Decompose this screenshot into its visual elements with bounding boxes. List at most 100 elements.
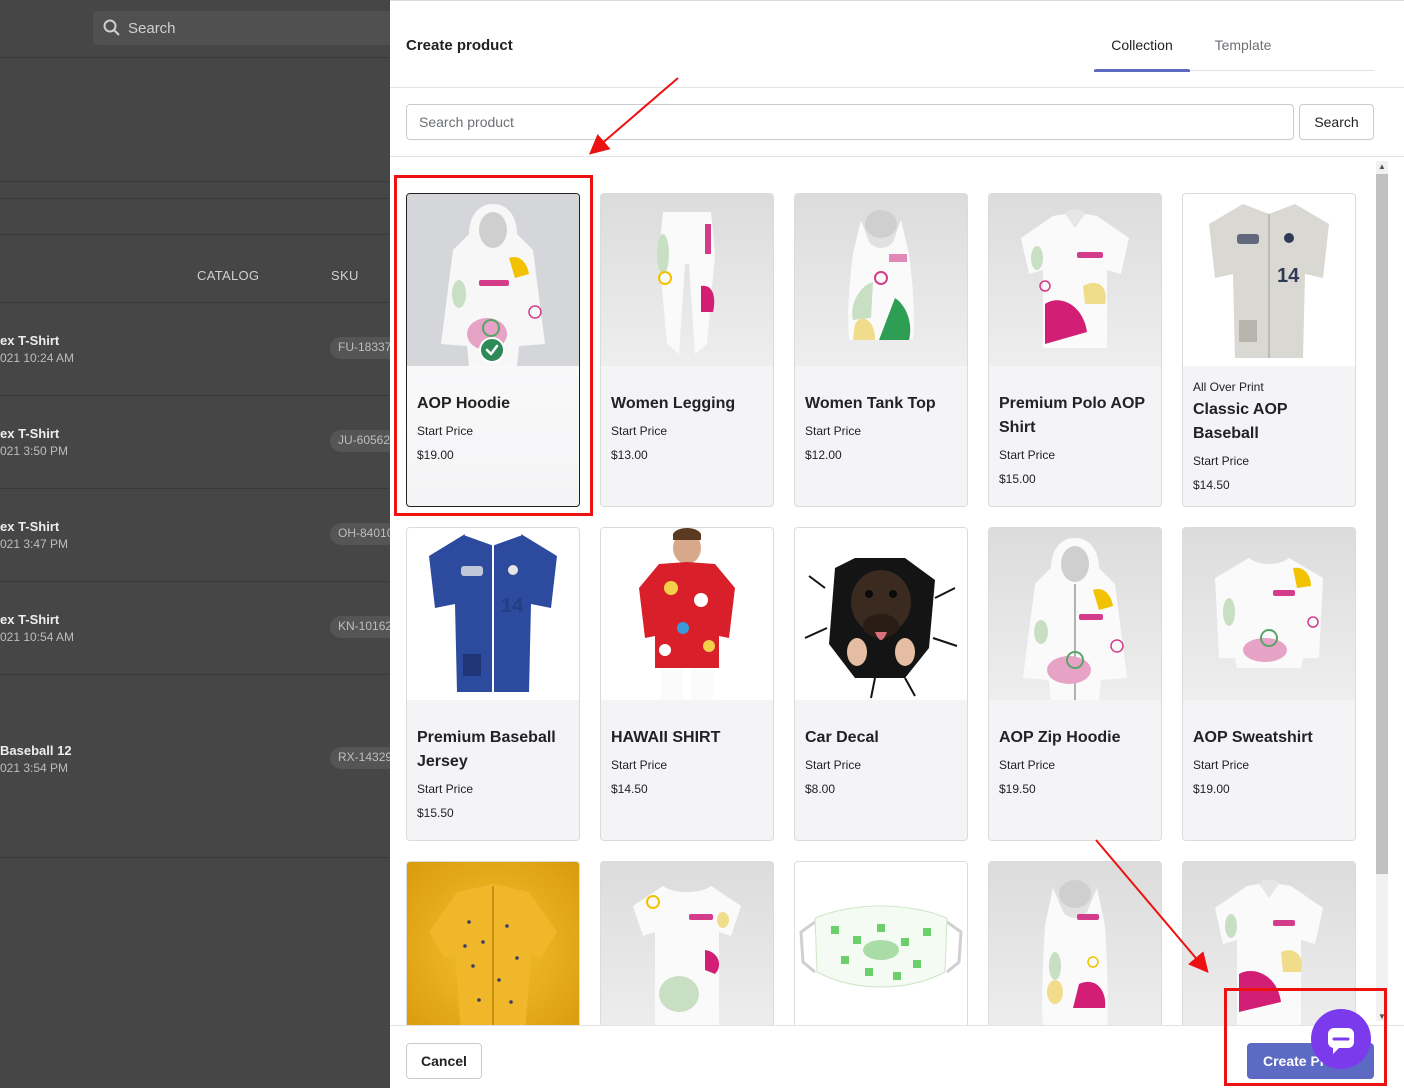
scrollbar-thumb[interactable] <box>1376 174 1388 874</box>
product-card[interactable] <box>406 861 580 1026</box>
start-price-label: Start Price <box>999 448 1056 462</box>
product-name: Premium Polo AOP Shirt <box>999 395 1145 436</box>
start-price-label: Start Price <box>999 758 1056 772</box>
product-price: $13.00 <box>611 448 648 462</box>
product-card[interactable] <box>600 861 774 1026</box>
start-price-label: Start Price <box>805 758 862 772</box>
create-product-modal: Create product Collection Template Searc… <box>390 0 1404 1088</box>
row-sku-badge: KN-10162 <box>330 616 390 638</box>
product-card-classic-aop-baseball[interactable]: 14 All Over Print Classic AOP Baseball S… <box>1182 193 1356 507</box>
polo-shirt-image <box>1183 862 1355 1026</box>
start-price-label: Start Price <box>611 424 668 438</box>
yellow-shirt-image <box>407 862 579 1026</box>
cancel-button[interactable]: Cancel <box>406 1043 482 1079</box>
product-card-aop-hoodie[interactable]: AOP Hoodie Start Price $19.00 <box>406 193 580 507</box>
product-card-premium-baseball-jersey[interactable]: 14 Premium Baseball Jersey Start Price $… <box>406 527 580 841</box>
chat-widget-button[interactable] <box>1311 1009 1371 1069</box>
chat-icon <box>1328 1028 1354 1054</box>
start-price-label: Start Price <box>1193 454 1250 468</box>
start-price-label: Start Price <box>1193 758 1250 772</box>
search-button[interactable]: Search <box>1299 104 1374 140</box>
product-card[interactable] <box>1182 861 1356 1026</box>
product-card-premium-polo-aop-shirt[interactable]: Premium Polo AOP Shirt Start Price $15.0… <box>988 193 1162 507</box>
row-sku-badge: JU-60562 <box>330 430 390 452</box>
divider <box>0 57 390 58</box>
row-name: ex T-Shirt <box>0 519 60 534</box>
product-price: $14.50 <box>1193 478 1230 492</box>
product-card-women-tank-top[interactable]: Women Tank Top Start Price $12.00 <box>794 193 968 507</box>
product-name: Women Tank Top <box>805 395 936 412</box>
tank-top-image <box>989 862 1161 1026</box>
background-search-label: Search <box>128 20 176 37</box>
tab-template[interactable]: Template <box>1198 29 1288 71</box>
product-price: $14.50 <box>611 782 648 796</box>
divider <box>0 181 390 182</box>
search-icon <box>103 19 120 36</box>
aop-zip-hoodie-image <box>989 528 1161 700</box>
premium-polo-shirt-image <box>989 194 1161 366</box>
product-name: AOP Zip Hoodie <box>999 729 1121 746</box>
product-card-car-decal[interactable]: Car Decal Start Price $8.00 <box>794 527 968 841</box>
divider <box>0 198 390 199</box>
divider <box>0 488 390 489</box>
row-sku-badge: OH-84010 <box>330 523 390 545</box>
search-product-input[interactable] <box>406 104 1294 140</box>
column-header-catalog: CATALOG <box>197 268 260 283</box>
aop-hoodie-image <box>407 194 579 366</box>
product-price: $19.00 <box>417 448 454 462</box>
start-price-label: Start Price <box>611 758 668 772</box>
row-sku-badge: FU-18337 <box>330 337 390 359</box>
product-name: AOP Sweatshirt <box>1193 729 1313 746</box>
background-search: Search <box>93 11 390 45</box>
tab-bar: Collection Template <box>1094 29 1374 72</box>
row-date: 021 3:47 PM <box>0 537 69 551</box>
car-decal-image <box>795 528 967 700</box>
product-card[interactable] <box>988 861 1162 1026</box>
product-card-aop-sweatshirt[interactable]: AOP Sweatshirt Start Price $19.00 <box>1182 527 1356 841</box>
divider <box>0 395 390 396</box>
product-name: Car Decal <box>805 729 879 746</box>
product-name: Classic AOP Baseball <box>1193 401 1288 442</box>
scroll-up-icon[interactable]: ▲ <box>1376 161 1388 173</box>
product-price: $15.00 <box>999 472 1036 486</box>
product-card-aop-zip-hoodie[interactable]: AOP Zip Hoodie Start Price $19.50 <box>988 527 1162 841</box>
product-price: $19.50 <box>999 782 1036 796</box>
row-date: 021 3:50 PM <box>0 444 69 458</box>
start-price-label: Start Price <box>805 424 862 438</box>
divider <box>390 156 1404 157</box>
divider <box>0 302 390 303</box>
divider <box>0 581 390 582</box>
product-price: $15.50 <box>417 806 454 820</box>
start-price-label: Start Price <box>417 424 474 438</box>
women-legging-image <box>601 194 773 366</box>
product-grid: AOP Hoodie Start Price $19.00 Women Legg… <box>390 158 1374 1026</box>
product-card[interactable] <box>794 861 968 1026</box>
t-shirt-image <box>601 862 773 1026</box>
row-date: 021 3:54 PM <box>0 761 69 775</box>
background-page: Search CATALOG SKU ex T-Shirt 021 10:24 … <box>0 0 390 1088</box>
svg-text:14: 14 <box>1277 265 1300 287</box>
divider <box>0 674 390 675</box>
product-price: $8.00 <box>805 782 836 796</box>
divider <box>390 87 1404 88</box>
start-price-label: Start Price <box>417 782 474 796</box>
product-card-hawaii-shirt[interactable]: HAWAII SHIRT Start Price $14.50 <box>600 527 774 841</box>
classic-baseball-jersey-image: 14 <box>1183 194 1355 366</box>
modal-title: Create product <box>406 37 513 54</box>
row-name: ex T-Shirt <box>0 612 60 627</box>
hawaii-shirt-image <box>601 528 773 700</box>
women-tank-top-image <box>795 194 967 366</box>
product-name: Premium Baseball Jersey <box>417 729 556 770</box>
tab-collection[interactable]: Collection <box>1094 29 1190 72</box>
selected-check-icon <box>479 337 505 363</box>
row-name: ex T-Shirt <box>0 333 60 348</box>
row-date: 021 10:54 AM <box>0 630 75 644</box>
premium-baseball-jersey-image: 14 <box>407 528 579 700</box>
divider <box>0 857 390 858</box>
row-name: ex T-Shirt <box>0 426 60 441</box>
face-mask-image <box>795 862 967 1026</box>
product-name: Women Legging <box>611 395 736 412</box>
product-price: $12.00 <box>805 448 842 462</box>
product-card-women-legging[interactable]: Women Legging Start Price $13.00 <box>600 193 774 507</box>
scroll-down-icon[interactable]: ▼ <box>1376 1011 1388 1023</box>
